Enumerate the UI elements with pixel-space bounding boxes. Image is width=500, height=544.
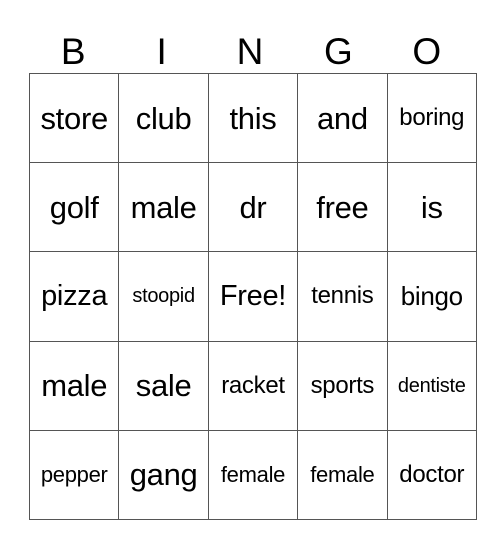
bingo-cell[interactable]: golf	[28, 162, 120, 253]
bingo-header: B I N G O	[29, 30, 471, 73]
header-letter-n: N	[236, 31, 264, 72]
bingo-cell[interactable]: pizza	[28, 251, 120, 342]
board-row: golf male dr free is	[28, 162, 477, 253]
board-row: male sale racket sports dentiste	[28, 340, 477, 431]
header-letter-i: I	[156, 31, 167, 72]
bingo-cell[interactable]: male	[118, 162, 209, 253]
bingo-cell[interactable]: pepper	[28, 429, 120, 520]
bingo-cell[interactable]: sports	[297, 340, 388, 431]
bingo-cell[interactable]: dentiste	[386, 340, 477, 431]
header-letter-o: O	[412, 31, 442, 72]
board-row: store club this and boring	[28, 72, 477, 164]
bingo-cell[interactable]: female	[207, 429, 299, 520]
free-space-cell[interactable]: Free!	[207, 251, 299, 342]
bingo-cell[interactable]: club	[118, 72, 209, 164]
bingo-cell[interactable]: gang	[118, 429, 209, 520]
bingo-cell[interactable]: tennis	[297, 251, 388, 342]
board-row: pepper gang female female doctor	[28, 429, 477, 520]
bingo-board: store club this and boring golf male dr …	[28, 72, 477, 520]
header-letter-b: B	[60, 31, 86, 72]
bingo-cell[interactable]: is	[386, 162, 477, 253]
bingo-cell[interactable]: doctor	[386, 429, 477, 520]
bingo-cell[interactable]: racket	[207, 340, 299, 431]
bingo-cell[interactable]: store	[28, 72, 120, 164]
bingo-cell[interactable]: sale	[118, 340, 209, 431]
board-row: pizza stoopid Free! tennis bingo	[28, 251, 477, 342]
bingo-cell[interactable]: stoopid	[118, 251, 209, 342]
bingo-cell[interactable]: bingo	[386, 251, 477, 342]
bingo-cell[interactable]: boring	[386, 72, 477, 164]
bingo-cell[interactable]: and	[297, 72, 388, 164]
bingo-cell[interactable]: dr	[207, 162, 299, 253]
bingo-cell[interactable]: male	[28, 340, 120, 431]
bingo-cell[interactable]: this	[207, 72, 299, 164]
header-letter-g: G	[323, 31, 353, 72]
bingo-cell[interactable]: female	[297, 429, 388, 520]
bingo-cell[interactable]: free	[297, 162, 388, 253]
